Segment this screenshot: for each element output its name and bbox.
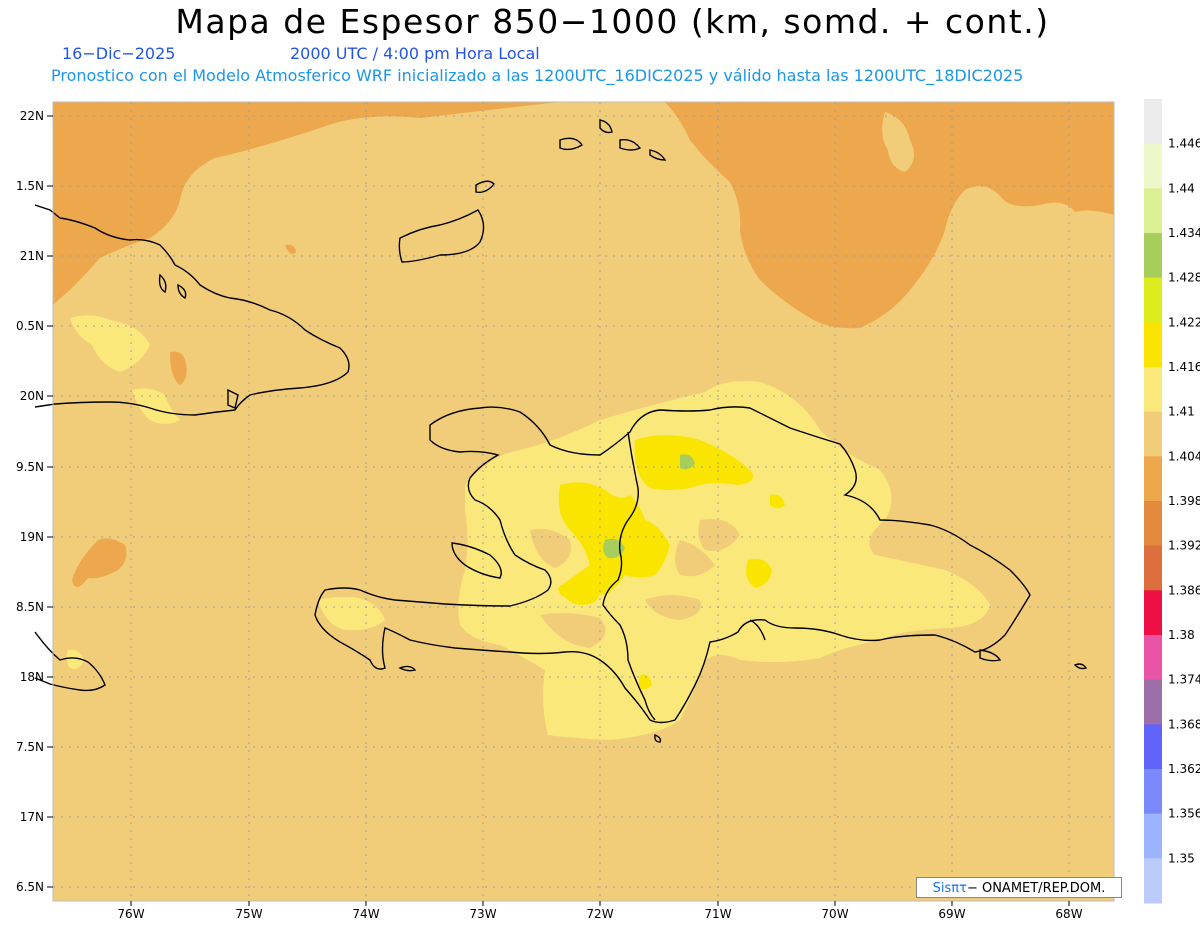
colorbar-label: 1.374 [1168, 673, 1200, 687]
colorbar-swatch [1144, 590, 1162, 636]
lat-axis: 22N 1.5N 21N 0.5N 20N 9.5N 19N 8.5N 18N … [16, 109, 44, 894]
colorbar: 1.446 1.44 1.434 1.428 1.422 1.416 1.41 1.404 1.… [1144, 99, 1200, 904]
colorbar-swatch [1144, 679, 1162, 725]
colorbar-label: 1.416 [1168, 360, 1200, 374]
lon-label: 75W [235, 907, 262, 921]
colorbar-swatch [1144, 858, 1162, 904]
colorbar-swatch [1144, 277, 1162, 323]
colorbar-label: 1.44 [1168, 181, 1195, 195]
thickness-map: 22N 1.5N 21N 0.5N 20N 9.5N 19N 8.5N 18N … [16, 99, 1200, 921]
colorbar-swatch [1144, 545, 1162, 591]
colorbar-label: 1.362 [1168, 762, 1200, 776]
lon-label: 68W [1055, 907, 1082, 921]
colorbar-swatch [1144, 635, 1162, 681]
colorbar-label: 1.446 [1168, 137, 1200, 151]
colorbar-label: 1.404 [1168, 449, 1200, 463]
colorbar-label: 1.392 [1168, 539, 1200, 553]
colorbar-label: 1.434 [1168, 226, 1200, 240]
lat-label: 7.5N [16, 740, 44, 754]
colorbar-label: 1.398 [1168, 494, 1200, 508]
lat-label: 18N [20, 670, 44, 684]
lat-label: 20N [20, 389, 44, 403]
lon-label: 72W [586, 907, 613, 921]
colorbar-swatch [1144, 143, 1162, 189]
colorbar-swatch [1144, 724, 1162, 770]
lat-label: 0.5N [16, 319, 44, 333]
lat-label: 17N [20, 810, 44, 824]
lat-label: 22N [20, 109, 44, 123]
lat-label: 21N [20, 249, 44, 263]
lat-label: 8.5N [16, 600, 44, 614]
colorbar-swatch [1144, 233, 1162, 279]
lon-label: 76W [117, 907, 144, 921]
lon-label: 74W [352, 907, 379, 921]
colorbar-label: 1.356 [1168, 807, 1200, 821]
colorbar-label: 1.428 [1168, 271, 1200, 285]
colorbar-swatch [1144, 456, 1162, 502]
lat-label: 19N [20, 530, 44, 544]
lon-ticks [130, 901, 1070, 906]
colorbar-label: 1.35 [1168, 851, 1195, 865]
colorbar-swatch [1144, 411, 1162, 457]
sispi-logo: Sisπτ [932, 881, 967, 896]
lon-label: 71W [704, 907, 731, 921]
colorbar-swatch [1144, 99, 1162, 145]
lon-label: 69W [938, 907, 965, 921]
lat-label: 1.5N [16, 179, 44, 193]
colorbar-swatch [1144, 367, 1162, 413]
colorbar-swatch [1144, 322, 1162, 368]
colorbar-swatch [1144, 188, 1162, 234]
colorbar-swatch [1144, 769, 1162, 815]
lat-ticks [47, 115, 53, 888]
colorbar-label: 1.386 [1168, 583, 1200, 597]
lon-label: 70W [821, 907, 848, 921]
credit-text: − ONAMET/REP.DOM. [966, 881, 1106, 896]
colorbar-swatch [1144, 501, 1162, 547]
colorbar-swatch [1144, 813, 1162, 859]
colorbar-label: 1.422 [1168, 315, 1200, 329]
colorbar-label: 1.41 [1168, 405, 1195, 419]
lat-label: 6.5N [16, 880, 44, 894]
lat-label: 9.5N [16, 460, 44, 474]
lon-axis: 76W 75W 74W 73W 72W 71W 70W 69W 68W [117, 907, 1082, 921]
credit-box: Sisπτ− ONAMET/REP.DOM. [916, 877, 1122, 898]
colorbar-label: 1.38 [1168, 628, 1195, 642]
colorbar-label: 1.368 [1168, 717, 1200, 731]
lon-label: 73W [469, 907, 496, 921]
